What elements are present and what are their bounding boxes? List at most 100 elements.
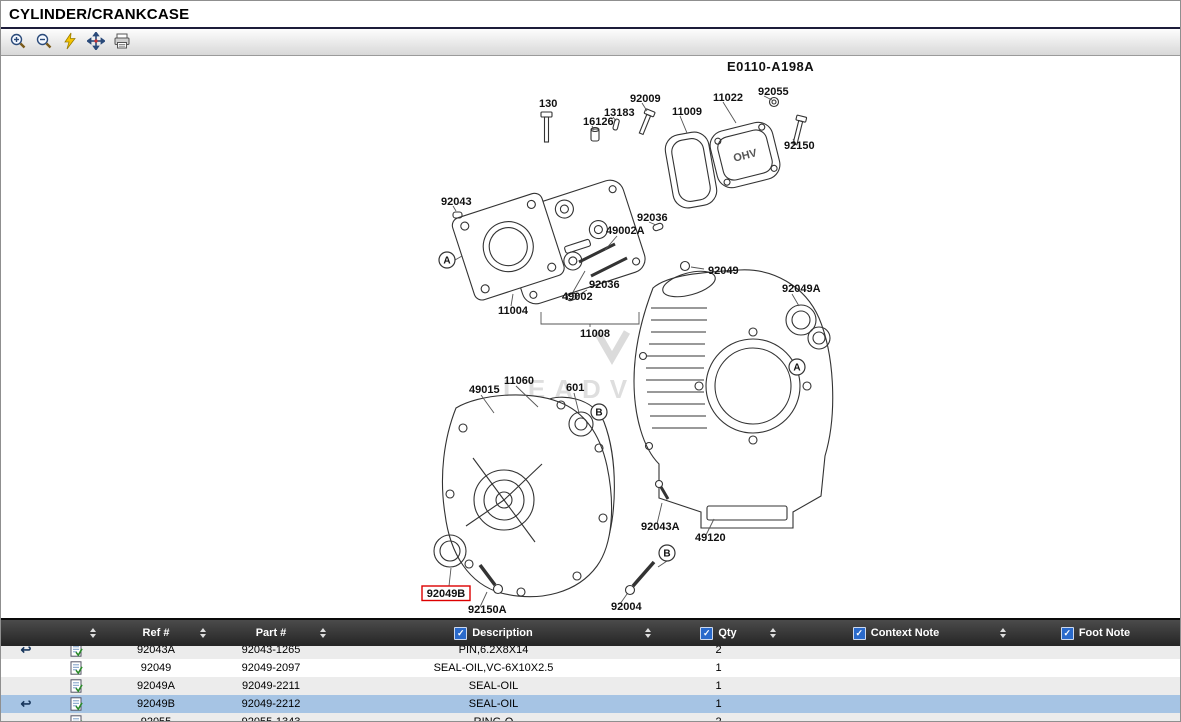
part-label-92049A[interactable]: 92049A (782, 283, 821, 295)
part-label-92150A[interactable]: 92150A (468, 604, 507, 616)
column-header-description[interactable]: Description (331, 620, 656, 646)
part-label-92043A[interactable]: 92043A (641, 521, 680, 533)
sort-icon[interactable] (770, 628, 776, 638)
cell-qty: 1 (656, 698, 781, 710)
pan-arrows-icon (87, 32, 105, 53)
part-label-92009[interactable]: 92009 (630, 93, 661, 105)
column-header-context-note[interactable]: Context Note (781, 620, 1011, 646)
part-label-92055[interactable]: 92055 (758, 86, 789, 98)
part-label-92036-lower[interactable]: 92036 (589, 279, 620, 291)
svg-text:B: B (663, 549, 670, 560)
part-header-label: Part # (256, 627, 287, 639)
cell-qty: 1 (656, 662, 781, 674)
part-label-11022[interactable]: 11022 (713, 92, 743, 104)
part-label-92036-upper[interactable]: 92036 (637, 212, 668, 224)
sort-icon[interactable] (200, 628, 206, 638)
zoom-in-button[interactable] (7, 31, 29, 53)
part-label-92150[interactable]: 92150 (784, 140, 815, 152)
part-label-49002[interactable]: 49002 (562, 291, 593, 303)
row-notes-icon[interactable] (70, 679, 83, 693)
parts-table-viewport[interactable]: 92043A 92043-1265 PIN,6.2X8X14 2 92049 9… (1, 646, 1180, 722)
sort-icon[interactable] (645, 628, 651, 638)
table-row[interactable]: 92055 92055-1343 RING-O 2 (1, 713, 1180, 722)
ring-92055-drawing (770, 98, 779, 107)
parts-table-rows: 92043A 92043-1265 PIN,6.2X8X14 2 92049 9… (1, 646, 1180, 722)
cell-qty: 2 (656, 716, 781, 722)
part-label-130[interactable]: 130 (539, 98, 557, 110)
diagram-code: E0110-A198A (727, 59, 814, 74)
bolt-92004-drawing (626, 562, 655, 595)
column-header-foot-note[interactable]: Foot Note (1011, 620, 1180, 646)
highlighted-part-label[interactable]: 92049B (422, 586, 470, 601)
context-note-checkbox[interactable] (853, 627, 866, 640)
cell-part: 92043-1265 (211, 646, 331, 656)
qty-checkbox[interactable] (700, 627, 713, 640)
page-title-bar: CYLINDER/CRANKCASE (1, 1, 1180, 29)
pan-button[interactable] (85, 31, 107, 53)
svg-text:A: A (443, 256, 450, 267)
parts-table: Ref # Part # Description Qty Context Not… (1, 618, 1180, 722)
part-label-11009[interactable]: 11009 (672, 106, 702, 118)
table-row[interactable]: 92049A 92049-2211 SEAL-OIL 1 (1, 677, 1180, 695)
column-header-ref[interactable]: Ref # (101, 620, 211, 646)
description-checkbox[interactable] (454, 627, 467, 640)
page-title: CYLINDER/CRANKCASE (9, 6, 189, 23)
sort-icon[interactable] (1000, 628, 1006, 638)
part-label-49015[interactable]: 49015 (469, 384, 500, 396)
part-label-11060[interactable]: 11060 (504, 375, 534, 387)
cell-ref: 92043A (101, 646, 211, 656)
bolt-130-drawing (541, 112, 552, 142)
part-label-49002A[interactable]: 49002A (606, 225, 645, 237)
part-label-16126[interactable]: 16126 (583, 116, 614, 128)
part-label-601[interactable]: 601 (566, 382, 584, 394)
diagram-toolbar (1, 29, 1180, 56)
dynamic-zoom-button[interactable] (59, 31, 81, 53)
part-label-11008[interactable]: 11008 (580, 328, 610, 340)
plug-92049-drawing (681, 262, 690, 271)
bolt-92009-drawing (637, 109, 656, 136)
cell-ref: 92049A (101, 680, 211, 692)
zoom-in-icon (9, 32, 27, 53)
cell-desc: SEAL-OIL (331, 680, 656, 692)
diagram-area: LEADVENTURE (1, 56, 1180, 618)
cell-ref: 92049B (101, 698, 211, 710)
table-row[interactable]: 92043A 92043-1265 PIN,6.2X8X14 2 (1, 646, 1180, 659)
print-button[interactable] (111, 31, 133, 53)
sort-icon[interactable] (320, 628, 326, 638)
cell-ref: 92055 (101, 716, 211, 722)
lightning-icon (61, 32, 79, 53)
cell-part: 92049-2212 (211, 698, 331, 710)
qty-header-label: Qty (718, 627, 736, 639)
description-header-label: Description (472, 627, 533, 639)
row-notes-icon[interactable] (70, 715, 83, 722)
part-label-49120[interactable]: 49120 (695, 532, 726, 544)
parts-table-header: Ref # Part # Description Qty Context Not… (1, 620, 1180, 646)
context-note-header-label: Context Note (871, 627, 939, 639)
column-header-qty[interactable]: Qty (656, 620, 781, 646)
cell-qty: 1 (656, 680, 781, 692)
row-notes-icon[interactable] (70, 646, 83, 657)
part-label-11004[interactable]: 11004 (498, 305, 529, 317)
part-label-92043[interactable]: 92043 (441, 196, 472, 208)
exploded-diagram: LEADVENTURE (1, 56, 1180, 618)
part-label-92004[interactable]: 92004 (611, 601, 642, 613)
lifter-16126-drawing (591, 128, 599, 142)
part-label-92049B: 92049B (427, 588, 466, 600)
cell-desc: RING-O (331, 716, 656, 722)
column-header-arrow (1, 620, 51, 646)
table-row[interactable]: 92049B 92049-2212 SEAL-OIL 1 (1, 695, 1180, 713)
row-back-arrow-icon[interactable] (21, 646, 32, 657)
part-label-92049[interactable]: 92049 (708, 265, 739, 277)
row-back-arrow-icon[interactable] (21, 697, 32, 711)
cell-part: 92055-1343 (211, 716, 331, 722)
zoom-out-button[interactable] (33, 31, 55, 53)
row-notes-icon[interactable] (70, 697, 83, 711)
sort-icon[interactable] (90, 628, 96, 638)
table-row[interactable]: 92049 92049-2097 SEAL-OIL,VC-6X10X2.5 1 (1, 659, 1180, 677)
cell-desc: SEAL-OIL (331, 698, 656, 710)
column-header-icon (51, 620, 101, 646)
column-header-part[interactable]: Part # (211, 620, 331, 646)
row-notes-icon[interactable] (70, 661, 83, 675)
foot-note-checkbox[interactable] (1061, 627, 1074, 640)
cover-49015-drawing (442, 395, 611, 597)
